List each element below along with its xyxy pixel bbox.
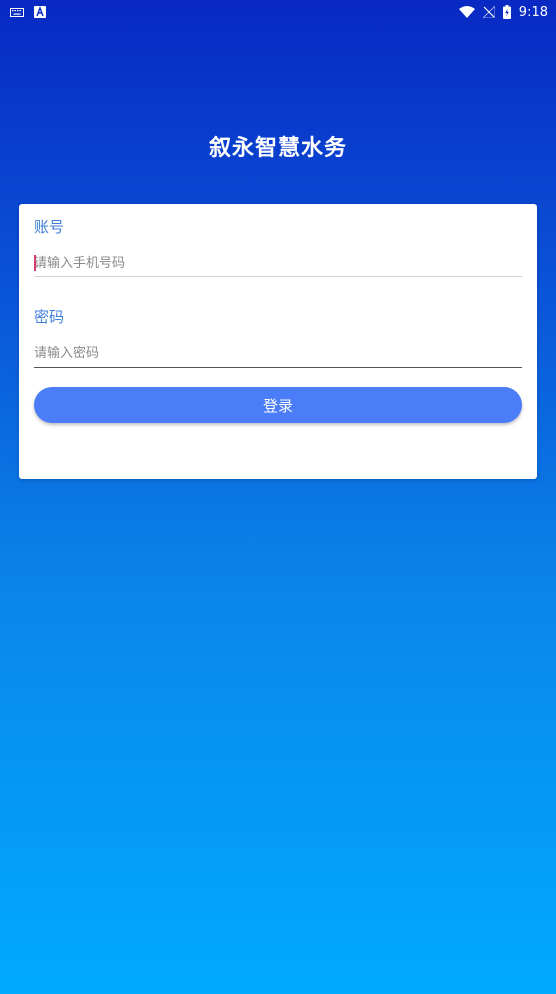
app-title: 叙永智慧水务 [208,136,347,161]
password-label: 密码 [34,308,65,326]
wifi-icon [458,6,475,18]
account-underline [34,276,522,277]
status-bar: 9:18 [0,0,556,24]
keyboard-icon [10,7,24,17]
status-time: 9:18 [518,4,548,20]
account-input[interactable] [34,248,522,278]
login-button[interactable]: 登录 [34,387,522,423]
battery-charging-icon [502,5,511,19]
status-right: 9:18 [458,4,548,20]
account-label: 账号 [34,218,65,236]
login-card: 账号 密码 登录 [19,204,537,479]
password-input[interactable] [34,338,522,368]
status-left [10,6,46,18]
a-app-icon [34,6,46,18]
password-underline [34,367,522,368]
no-signal-icon [482,6,495,18]
